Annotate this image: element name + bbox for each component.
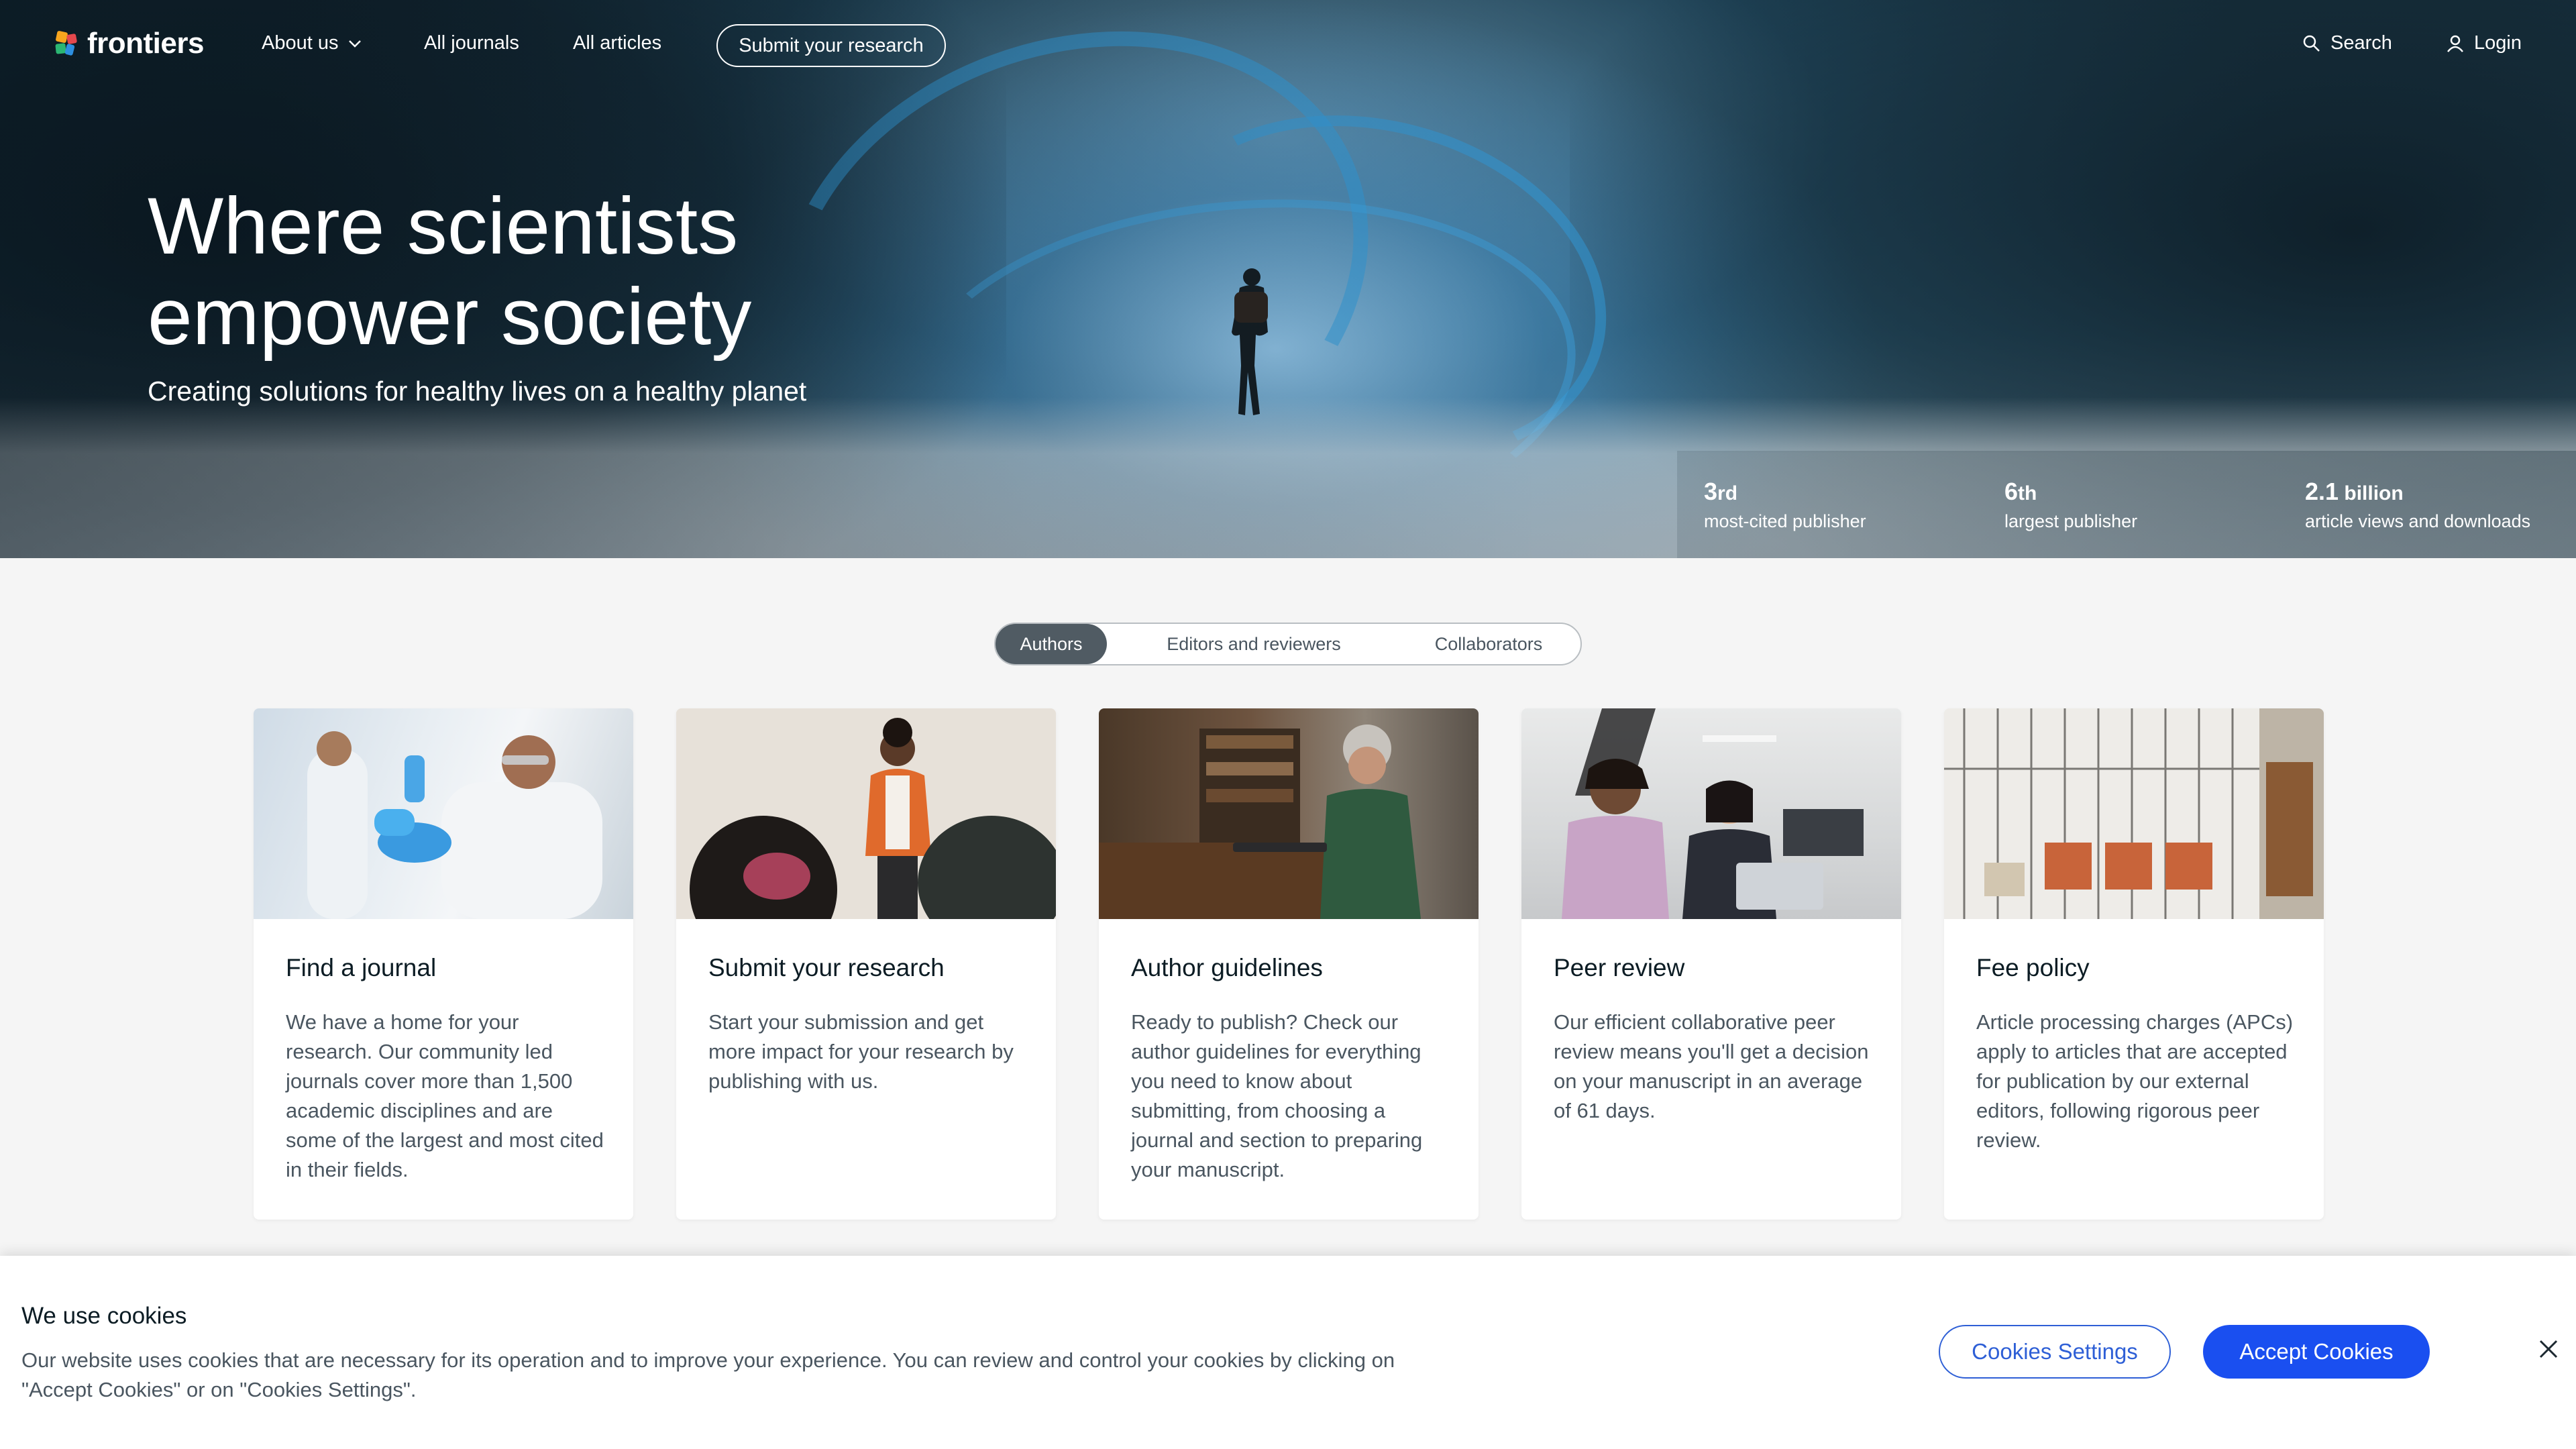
nav-articles-label: All articles: [573, 32, 662, 54]
audience-tabs: Authors Editors and reviewers Collaborat…: [994, 623, 1582, 665]
card-image: [254, 708, 633, 919]
frontiers-logo-icon: [55, 31, 77, 56]
user-icon: [2447, 35, 2463, 52]
peer-review-photo: [1562, 708, 1864, 919]
login-label: Login: [2474, 32, 2522, 54]
login-button[interactable]: Login: [2446, 32, 2522, 54]
frontiers-logo[interactable]: frontiers: [54, 27, 204, 60]
card-author-guidelines[interactable]: Author guidelines Ready to publish? Chec…: [1099, 708, 1479, 1220]
stat-value: 3rd: [1704, 478, 1738, 505]
cookie-text: Our website uses cookies that are necess…: [21, 1348, 1395, 1401]
card-submit-your-research[interactable]: Submit your research Start your submissi…: [676, 708, 1056, 1220]
tab-authors[interactable]: Authors: [996, 624, 1107, 664]
search-label: Search: [2330, 32, 2392, 54]
tab-editors-and-reviewers[interactable]: Editors and reviewers: [1123, 624, 1385, 664]
nav-all-journals[interactable]: All journals: [424, 32, 519, 54]
nav-journals-label: All journals: [424, 32, 519, 54]
search-button[interactable]: Search: [2302, 32, 2392, 54]
card-title: Author guidelines: [1131, 954, 1323, 981]
nav-about-label: About us: [262, 32, 339, 54]
card-image: [1944, 708, 2324, 919]
cookies-settings-button[interactable]: Cookies Settings: [1939, 1325, 2171, 1379]
cookie-banner: We use cookies Our website uses cookies …: [0, 1256, 2576, 1449]
card-description: Our efficient collaborative peer review …: [1554, 1010, 1869, 1122]
cookie-title: We use cookies: [21, 1303, 187, 1329]
card-title: Find a journal: [286, 954, 437, 981]
hero-title: Where scientists empower society: [148, 181, 752, 362]
nav-all-articles[interactable]: All articles: [573, 32, 661, 54]
tab-collaborators[interactable]: Collaborators: [1398, 624, 1579, 664]
card-image: [676, 708, 1056, 919]
stat-value: 6th: [2004, 478, 2037, 505]
card-description: Article processing charges (APCs) apply …: [1976, 1010, 2294, 1152]
stat-label: largest publisher: [2004, 511, 2138, 531]
stats-bar: 3rd most-cited publisher 6th largest pub…: [1677, 451, 2576, 558]
stat-item: 6th largest publisher: [2004, 478, 2137, 532]
submit-research-label: Submit your research: [739, 34, 924, 56]
logo-text: frontiers: [87, 27, 204, 60]
card-description: Ready to publish? Check our author guide…: [1131, 1010, 1423, 1181]
tab-label: Editors and reviewers: [1167, 633, 1341, 654]
accept-cookies-label: Accept Cookies: [2239, 1339, 2394, 1364]
stat-label: most-cited publisher: [1704, 511, 1866, 531]
tab-label: Authors: [1020, 633, 1083, 654]
tab-label: Collaborators: [1434, 633, 1543, 654]
card-title: Submit your research: [708, 954, 945, 981]
hero-subtitle: Creating solutions for healthy lives on …: [148, 376, 807, 407]
submit-research-button[interactable]: Submit your research: [716, 24, 946, 67]
stat-item: 3rd most-cited publisher: [1704, 478, 1866, 532]
stat-label: article views and downloads: [2305, 511, 2531, 531]
card-peer-review[interactable]: Peer review Our efficient collaborative …: [1521, 708, 1901, 1220]
card-find-a-journal[interactable]: Find a journal We have a home for your r…: [254, 708, 633, 1220]
presenter-photo: [676, 708, 1056, 919]
nav-about-us[interactable]: About us: [262, 32, 362, 54]
card-title: Fee policy: [1976, 954, 2090, 981]
accept-cookies-button[interactable]: Accept Cookies: [2203, 1325, 2430, 1379]
card-description: We have a home for your research. Our co…: [286, 1010, 604, 1181]
card-description: Start your submission and get more impac…: [708, 1010, 1014, 1093]
card-image: [1099, 708, 1479, 919]
top-navigation: frontiers About us All journals All arti…: [0, 0, 2576, 87]
stat-value: 2.1 billion: [2305, 478, 2404, 505]
card-fee-policy[interactable]: Fee policy Article processing charges (A…: [1944, 708, 2324, 1220]
cookies-settings-label: Cookies Settings: [1972, 1339, 2138, 1364]
author-laptop-photo: [1099, 724, 1421, 919]
stat-item: 2.1 billion article views and downloads: [2305, 478, 2530, 532]
card-image: [1521, 708, 1901, 919]
lab-scientist-photo: [307, 731, 602, 919]
card-title: Peer review: [1554, 954, 1685, 981]
close-icon[interactable]: [2537, 1338, 2560, 1360]
chevron-down-icon: [349, 40, 362, 48]
search-icon: [2303, 35, 2320, 52]
library-photo: [1944, 708, 2324, 919]
